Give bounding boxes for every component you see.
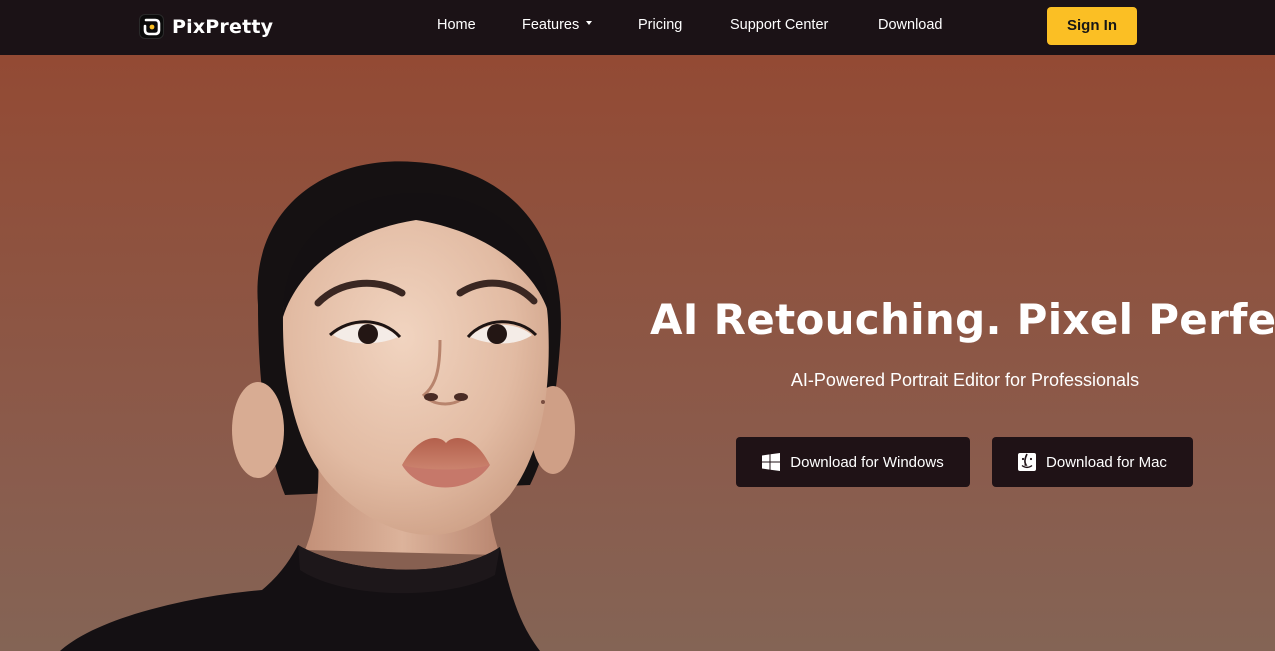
brand-name: PixPretty [172,15,274,38]
nav-pricing[interactable]: Pricing [638,0,682,55]
nav-features-label: Features [522,17,580,33]
nav-features[interactable]: Features [522,0,593,55]
download-windows-label: Download for Windows [790,453,944,471]
hero-headline: AI Retouching. Pixel Perfect [650,295,1275,344]
windows-icon [762,453,781,471]
pixpretty-logo-icon [139,14,164,39]
nav-support-center[interactable]: Support Center [730,0,828,55]
nav-home[interactable]: Home [437,0,476,55]
top-navbar: PixPretty Home Features Pricing Support … [0,0,1275,55]
download-mac-label: Download for Mac [1046,453,1167,471]
nav-download[interactable]: Download [878,0,943,55]
chevron-down-icon [586,21,593,26]
hero-section: AI Retouching. Pixel Perfect AI-Powered … [0,55,1275,651]
download-mac-button[interactable]: Download for Mac [992,437,1193,487]
brand-logo[interactable]: PixPretty [139,14,273,39]
download-windows-button[interactable]: Download for Windows [736,437,970,487]
mac-finder-icon [1018,453,1037,471]
hero-subheadline: AI-Powered Portrait Editor for Professio… [790,370,1140,390]
portrait-photo [60,161,575,651]
sign-in-button[interactable]: Sign In [1047,7,1137,45]
